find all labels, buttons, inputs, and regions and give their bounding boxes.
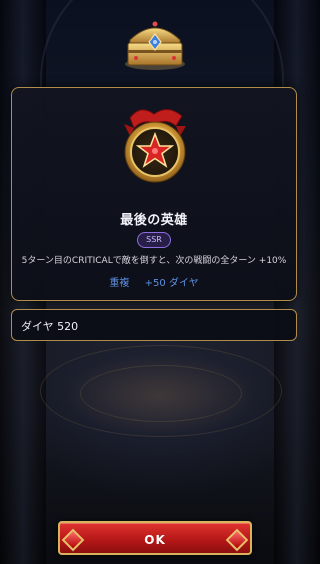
currency-balance-text: ダイヤ 520	[21, 320, 79, 333]
currency-balance: ダイヤ 520	[11, 309, 297, 341]
rarity-badge: SSR	[137, 232, 171, 248]
reward-item-name: 最後の英雄	[120, 213, 188, 228]
gem-ornament-right	[225, 528, 249, 552]
reward-panel: 最後の英雄 SSR 5ターン目のCRITICALで敵を倒すと、次の戦闘の全ターン…	[11, 87, 297, 301]
floor-ornament-inner	[80, 365, 242, 422]
star-medal-icon	[120, 104, 190, 186]
ok-button[interactable]: OK	[58, 521, 252, 555]
duplicate-bonus: +50 ダイヤ	[144, 278, 199, 289]
duplicate-label: 重複	[109, 278, 130, 289]
gem-ornament-left	[61, 528, 85, 552]
ok-button-label: OK	[144, 533, 166, 547]
duplicate-conversion: 重複 +50 ダイヤ	[12, 274, 296, 289]
treasure-chest-icon	[122, 14, 188, 72]
reward-item-description: 5ターン目のCRITICALで敵を倒すと、次の戦闘の全ターン +10%	[21, 256, 287, 266]
